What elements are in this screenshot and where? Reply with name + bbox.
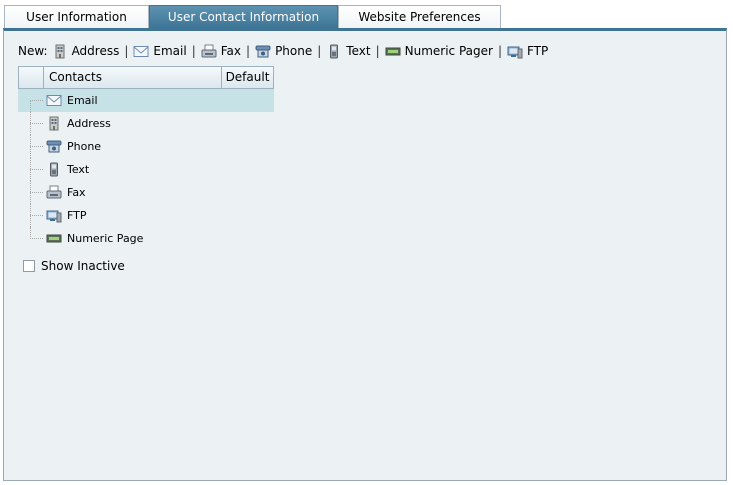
- address-icon: [52, 44, 68, 59]
- separator: |: [191, 44, 196, 58]
- column-header-default[interactable]: Default: [222, 67, 273, 88]
- new-numeric-pager-link[interactable]: Numeric Pager: [385, 44, 493, 59]
- tree-connector: [30, 158, 44, 181]
- text-icon: [326, 44, 342, 59]
- separator: |: [124, 44, 129, 58]
- phone-icon: [46, 139, 62, 154]
- contact-row-numeric-page[interactable]: Numeric Page: [18, 227, 274, 250]
- show-inactive-toggle[interactable]: Show Inactive: [23, 259, 125, 273]
- contact-row-label: Phone: [67, 140, 102, 153]
- tree-connector: [30, 181, 44, 204]
- contact-row-label: Address: [67, 117, 111, 130]
- contact-row-ftp[interactable]: FTP: [18, 204, 274, 227]
- pager-icon: [46, 231, 62, 246]
- tab-website-preferences[interactable]: Website Preferences: [338, 5, 501, 28]
- tree-connector: [30, 204, 44, 227]
- new-text-label: Text: [346, 44, 371, 58]
- new-address-link[interactable]: Address: [52, 44, 120, 59]
- contact-row-label: Fax: [67, 186, 86, 199]
- tree-connector: [30, 135, 44, 158]
- separator: |: [375, 44, 380, 58]
- tree-connector: [30, 227, 44, 250]
- new-label: New:: [18, 44, 48, 58]
- email-icon: [46, 93, 62, 108]
- tree-connector: [30, 89, 44, 112]
- contact-row-label: FTP: [67, 209, 87, 222]
- new-ftp-link[interactable]: FTP: [507, 44, 548, 59]
- contact-row-phone[interactable]: Phone: [18, 135, 274, 158]
- phone-icon: [255, 44, 271, 59]
- ftp-icon: [507, 44, 523, 59]
- new-fax-label: Fax: [220, 44, 242, 58]
- pager-icon: [385, 44, 401, 59]
- fax-icon: [46, 185, 62, 200]
- contact-row-label: Email: [67, 94, 98, 107]
- new-email-link[interactable]: Email: [133, 44, 187, 59]
- contact-row-address[interactable]: Address: [18, 112, 274, 135]
- column-header-contacts[interactable]: Contacts: [44, 67, 222, 88]
- fax-icon: [201, 44, 217, 59]
- tab-user-information[interactable]: User Information: [4, 5, 149, 28]
- contact-row-email[interactable]: Email: [18, 89, 274, 112]
- contacts-tree: Email Address Phone Text Fax FTP Numeric…: [18, 89, 274, 250]
- grid-header-spacer: [19, 67, 44, 88]
- new-phone-link[interactable]: Phone: [255, 44, 312, 59]
- grid-header: Contacts Default: [18, 66, 274, 89]
- text-icon: [46, 162, 62, 177]
- contacts-grid: Contacts Default Email Address Phone Tex…: [18, 66, 274, 250]
- address-icon: [46, 116, 62, 131]
- new-email-label: Email: [153, 44, 187, 58]
- new-fax-link[interactable]: Fax: [201, 44, 241, 59]
- contact-row-label: Text: [67, 163, 90, 176]
- new-phone-label: Phone: [275, 44, 313, 58]
- new-contact-bar: New: Address | Email | Fax | Phone | Tex…: [18, 43, 548, 59]
- separator: |: [317, 44, 322, 58]
- contact-info-panel: New: Address | Email | Fax | Phone | Tex…: [3, 28, 727, 481]
- show-inactive-label: Show Inactive: [41, 259, 125, 273]
- new-text-link[interactable]: Text: [326, 44, 371, 59]
- separator: |: [246, 44, 251, 58]
- ftp-icon: [46, 208, 62, 223]
- new-ftp-label: FTP: [526, 44, 549, 58]
- email-icon: [133, 44, 149, 59]
- new-numeric-pager-label: Numeric Pager: [404, 44, 493, 58]
- separator: |: [497, 44, 502, 58]
- contact-row-text[interactable]: Text: [18, 158, 274, 181]
- new-address-label: Address: [71, 44, 120, 58]
- contact-row-label: Numeric Page: [67, 232, 144, 245]
- tab-user-contact-information[interactable]: User Contact Information: [149, 5, 338, 28]
- show-inactive-checkbox[interactable]: [23, 260, 35, 272]
- tree-connector: [30, 112, 44, 135]
- contact-row-fax[interactable]: Fax: [18, 181, 274, 204]
